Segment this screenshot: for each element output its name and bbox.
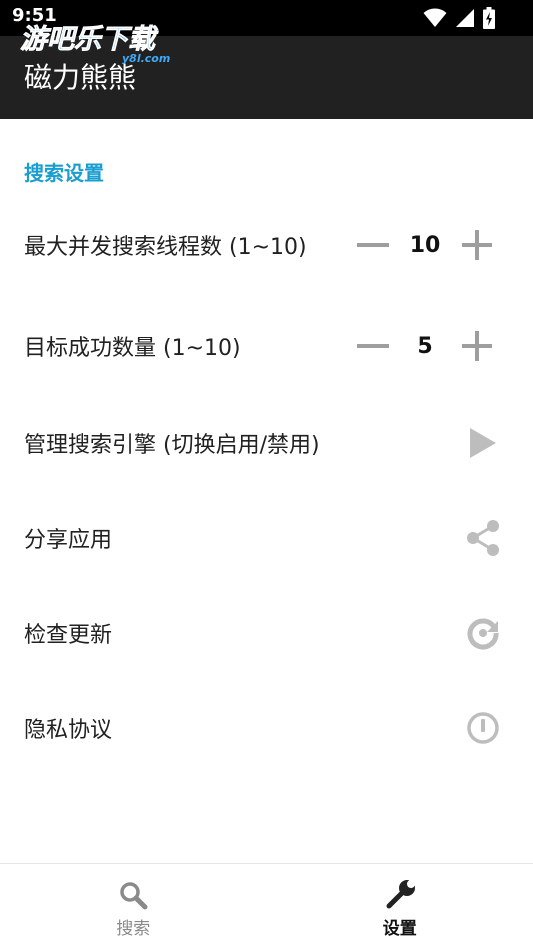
plus-icon [462, 230, 492, 260]
check-update-label: 检查更新 [24, 623, 113, 648]
nav-tab-search-label: 搜索 [116, 918, 151, 939]
refresh-icon [467, 618, 499, 650]
max-threads-stepper: 10 [353, 225, 497, 265]
target-count-value: 5 [417, 333, 433, 359]
plus-icon [462, 331, 492, 361]
manage-engines-action[interactable] [463, 423, 503, 463]
nav-tab-settings[interactable]: 设置 [267, 864, 533, 948]
nav-tab-settings-label: 设置 [382, 918, 417, 939]
watermark-text: 游吧乐下载 [20, 24, 159, 55]
manage-engines-label: 管理搜索引擎 (切换启用/禁用) [24, 433, 320, 458]
setting-row-check-update[interactable]: 检查更新 [0, 603, 533, 663]
battery-charging-icon [483, 7, 495, 29]
search-icon [116, 878, 150, 912]
setting-row-manage-engines[interactable]: 管理搜索引擎 (切换启用/禁用) [0, 413, 533, 473]
setting-row-target-count: 目标成功数量 (1~10) 5 [0, 316, 533, 376]
wifi-icon [423, 8, 447, 27]
minus-icon [357, 344, 389, 348]
bottom-navigation: 搜索 设置 [0, 863, 533, 948]
nav-tab-search[interactable]: 搜索 [0, 864, 267, 948]
share-label: 分享应用 [24, 528, 113, 553]
max-threads-increment-button[interactable] [457, 225, 497, 265]
privacy-label: 隐私协议 [24, 718, 113, 743]
max-threads-label: 最大并发搜索线程数 (1~10) [24, 235, 307, 260]
target-count-increment-button[interactable] [457, 326, 497, 366]
target-count-decrement-button[interactable] [353, 326, 393, 366]
share-action[interactable] [463, 518, 503, 558]
cell-signal-icon [456, 9, 474, 27]
power-icon [467, 712, 499, 744]
target-count-label: 目标成功数量 (1~10) [24, 336, 241, 361]
check-update-action[interactable] [463, 613, 503, 653]
watermark-subtext: y8l.com [122, 52, 170, 65]
status-icons [423, 7, 495, 29]
max-threads-value: 10 [409, 232, 441, 258]
watermark-logo: 游吧乐下载 y8l.com [20, 24, 171, 65]
max-threads-decrement-button[interactable] [353, 225, 393, 265]
wrench-icon [383, 878, 417, 912]
share-icon [467, 520, 499, 556]
setting-row-share[interactable]: 分享应用 [0, 508, 533, 568]
setting-row-max-threads: 最大并发搜索线程数 (1~10) 10 [0, 215, 533, 275]
minus-icon [357, 243, 389, 247]
section-header-search-settings: 搜索设置 [24, 161, 104, 185]
target-count-stepper: 5 [353, 326, 497, 366]
setting-row-privacy[interactable]: 隐私协议 [0, 698, 533, 758]
privacy-action[interactable] [463, 708, 503, 748]
play-arrow-icon [470, 428, 496, 458]
